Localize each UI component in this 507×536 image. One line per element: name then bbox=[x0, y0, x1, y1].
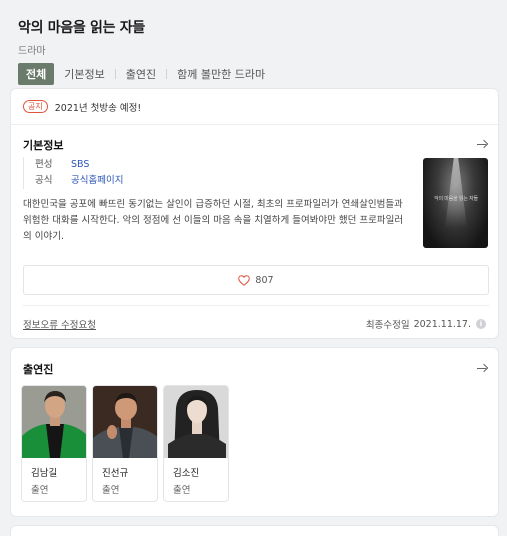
tab-cast[interactable]: 출연진 bbox=[126, 66, 156, 82]
cast-member-card[interactable]: 진선규 출연 bbox=[92, 385, 158, 502]
last-modified-date: 2021.11.17. bbox=[413, 318, 471, 330]
person-silhouette-icon bbox=[22, 386, 86, 458]
arrow-right-icon[interactable] bbox=[476, 139, 488, 151]
arrow-right-icon[interactable] bbox=[476, 363, 488, 375]
tab-all[interactable]: 전체 bbox=[18, 63, 55, 85]
genre-label: 드라마 bbox=[18, 46, 46, 57]
last-modified: 최종수정일 2021.11.17. i bbox=[366, 317, 486, 331]
cast-photo bbox=[22, 386, 86, 458]
cast-photo bbox=[93, 386, 157, 458]
like-count: 807 bbox=[255, 274, 274, 286]
cast-role: 출연 bbox=[173, 485, 191, 496]
report-error-link[interactable]: 정보오류 수정요청 bbox=[23, 317, 96, 331]
tab-divider bbox=[114, 69, 116, 79]
tab-divider bbox=[166, 69, 168, 79]
notice-text: 2021년 첫방송 예정! bbox=[54, 102, 142, 114]
page-header: 악의 마음을 읽는 자들 드라마 전체 기본정보 출연진 함께 볼만한 드라마 bbox=[0, 0, 507, 85]
basic-info-header[interactable]: 기본정보 bbox=[11, 137, 500, 153]
tab-recommended[interactable]: 함께 볼만한 드라마 bbox=[177, 66, 265, 82]
section-title: 기본정보 bbox=[23, 139, 64, 152]
info-row-official: 공식 공식홈페이지 bbox=[35, 173, 123, 189]
divider bbox=[23, 305, 489, 306]
page-title: 악의 마음을 읽는 자들 bbox=[18, 20, 145, 36]
cast-card-section: 출연진 김남길 출연 진선규 출연 김소진 출연 bbox=[10, 347, 499, 517]
info-key: 공식 bbox=[35, 175, 53, 186]
tab-bar: 전체 기본정보 출연진 함께 볼만한 드라마 bbox=[18, 63, 507, 85]
basic-info-card: 공지 2021년 첫방송 예정! 기본정보 편성 SBS 공식 공식홈페이지 대… bbox=[10, 88, 499, 339]
notice-badge: 공지 bbox=[23, 100, 48, 113]
person-silhouette-icon bbox=[93, 386, 157, 458]
notice-bar: 공지 2021년 첫방송 예정! bbox=[11, 89, 498, 125]
poster-title-text: 악의 마음을 읽는 자들 bbox=[434, 196, 478, 202]
tab-basic-info[interactable]: 기본정보 bbox=[64, 66, 104, 82]
cast-list: 김남길 출연 진선규 출연 김소진 출연 bbox=[21, 385, 229, 502]
cast-member-card[interactable]: 김소진 출연 bbox=[163, 385, 229, 502]
cast-name: 진선규 bbox=[102, 468, 129, 479]
info-key: 편성 bbox=[35, 159, 53, 170]
person-silhouette-icon bbox=[164, 386, 228, 458]
cast-name: 김남길 bbox=[31, 468, 58, 479]
cast-photo bbox=[164, 386, 228, 458]
broadcaster-link[interactable]: SBS bbox=[71, 157, 89, 173]
cast-name: 김소진 bbox=[173, 468, 200, 479]
info-table: 편성 SBS 공식 공식홈페이지 bbox=[23, 157, 123, 189]
info-icon[interactable]: i bbox=[476, 319, 486, 329]
cast-header[interactable]: 출연진 bbox=[11, 361, 500, 377]
cast-role: 출연 bbox=[31, 485, 49, 496]
next-section-card bbox=[10, 525, 499, 536]
info-row-broadcaster: 편성 SBS bbox=[35, 157, 123, 173]
poster-image[interactable]: 악의 마음을 읽는 자들 bbox=[423, 158, 488, 248]
official-site-link[interactable]: 공식홈페이지 bbox=[71, 173, 123, 189]
cast-role: 출연 bbox=[102, 485, 120, 496]
heart-icon bbox=[238, 274, 251, 286]
section-title: 출연진 bbox=[23, 363, 54, 376]
synopsis-text: 대한민국을 공포에 빠뜨린 동기없는 살인이 급증하던 시절, 최초의 프로파일… bbox=[23, 199, 404, 242]
cast-member-card[interactable]: 김남길 출연 bbox=[21, 385, 87, 502]
poster-spotlight bbox=[445, 158, 467, 228]
last-modified-label: 최종수정일 bbox=[365, 320, 410, 331]
like-button[interactable]: 807 bbox=[23, 265, 489, 295]
